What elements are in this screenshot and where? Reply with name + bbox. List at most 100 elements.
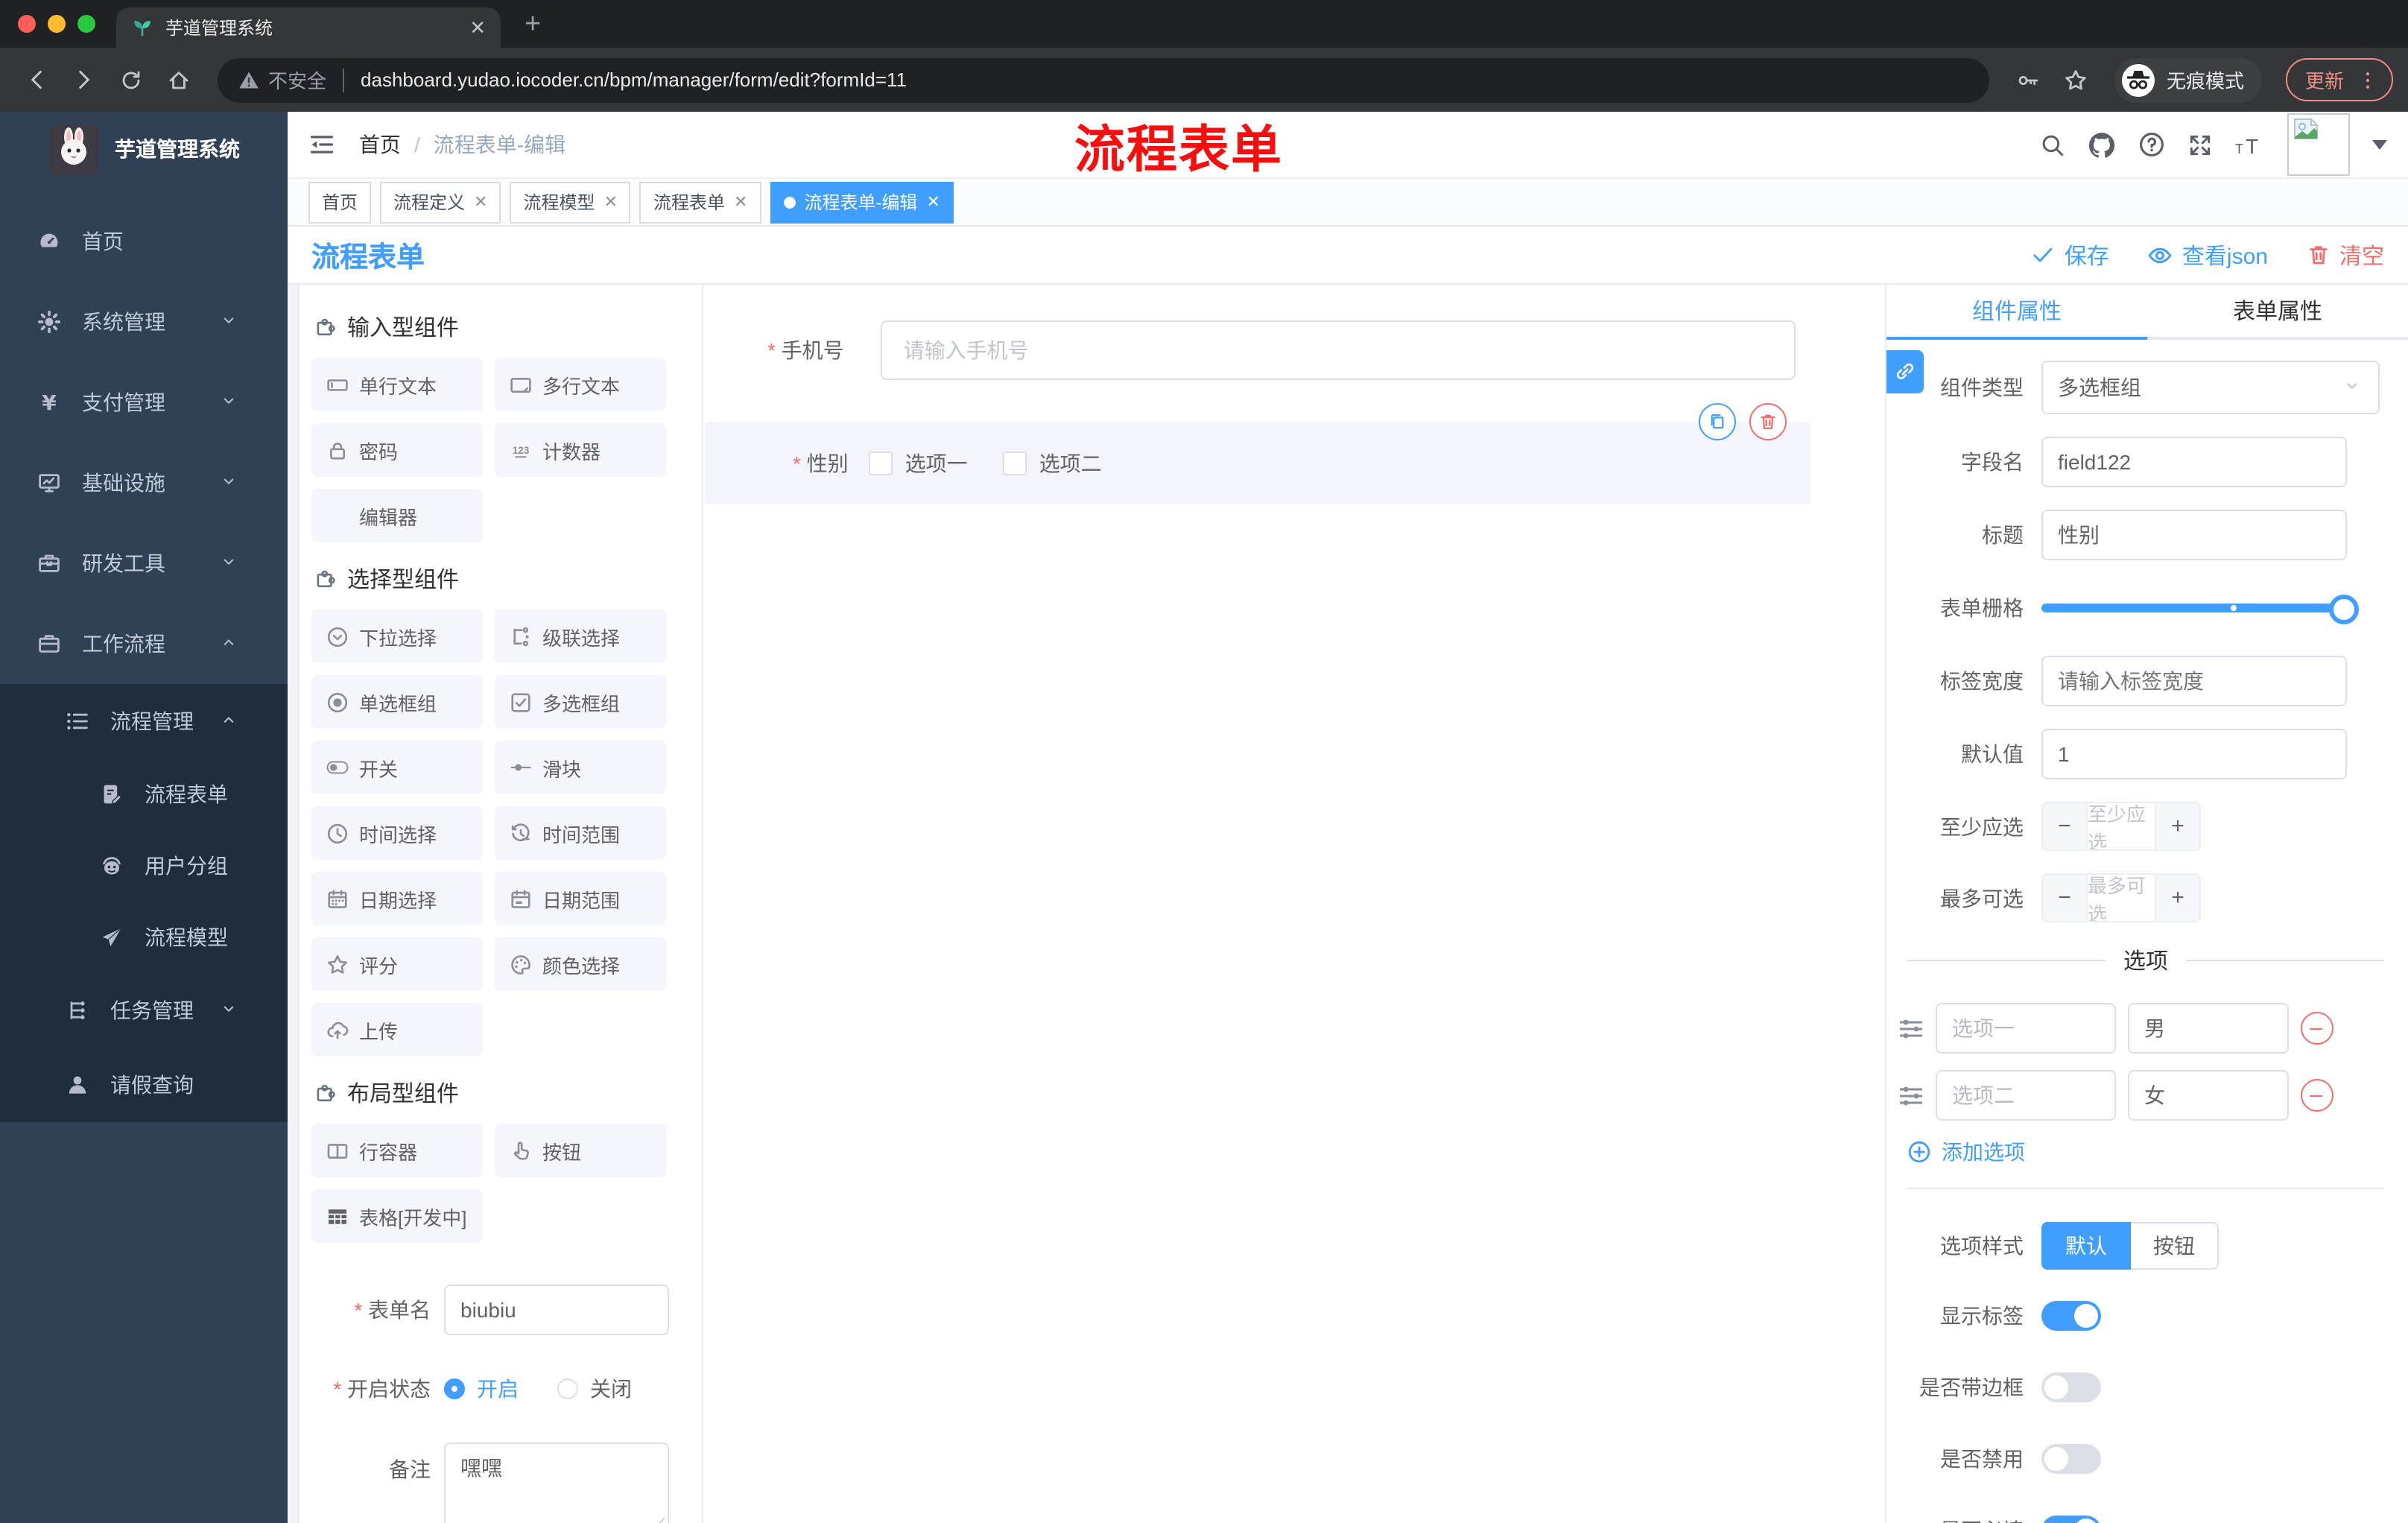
hamburger-icon[interactable] — [308, 131, 335, 158]
back-icon[interactable] — [15, 59, 57, 101]
sidebar-item-1[interactable]: 首页 — [0, 201, 288, 282]
selected-gender-component[interactable]: 性别 选项一 选项二 — [705, 403, 1810, 504]
remove-option-button[interactable] — [2301, 1079, 2333, 1112]
option-label-input[interactable] — [1936, 1003, 2116, 1054]
palette-item-计数器[interactable]: 123 计数器 — [495, 423, 666, 477]
tab-form-props[interactable]: 表单属性 — [2147, 285, 2408, 340]
form-canvas[interactable]: 手机号 请输入手机号 性别 选项一 选项二 — [703, 285, 1885, 1523]
option-value-input[interactable] — [2128, 1070, 2289, 1121]
tag-close-icon[interactable]: ✕ — [734, 192, 747, 212]
palette-item-单行文本[interactable]: 单行文本 — [311, 358, 483, 411]
palette-item-上传[interactable]: 上传 — [311, 1003, 483, 1057]
github-icon[interactable] — [2088, 130, 2116, 159]
checkbox[interactable] — [1003, 451, 1027, 475]
browser-menu-icon[interactable] — [2357, 69, 2378, 90]
help-icon[interactable] — [2138, 131, 2165, 158]
palette-item-日期范围[interactable]: 日期范围 — [495, 872, 666, 925]
view-json-button[interactable]: 查看json — [2148, 239, 2268, 270]
gender-option-选项二[interactable]: 选项二 — [1003, 448, 1102, 478]
minimize-window-button[interactable] — [48, 15, 66, 33]
sidebar-item-4[interactable]: 基础设施 — [0, 443, 288, 523]
status-on-radio[interactable] — [444, 1378, 465, 1399]
slider-handle[interactable] — [2329, 595, 2359, 624]
grid-slider[interactable] — [2041, 583, 2359, 633]
breadcrumb-home[interactable]: 首页 — [359, 130, 401, 159]
password-key-icon[interactable] — [2016, 68, 2040, 92]
maximize-window-button[interactable] — [77, 15, 95, 33]
sidebar-item-6[interactable]: 工作流程 — [0, 604, 288, 684]
tag-close-icon[interactable]: ✕ — [604, 192, 618, 212]
font-size-icon[interactable]: TT — [2235, 133, 2265, 156]
tag-流程表单[interactable]: 流程表单 ✕ — [639, 181, 761, 223]
search-icon[interactable] — [2040, 132, 2065, 157]
data-bind-link-button[interactable] — [1886, 350, 1924, 393]
palette-item-开关[interactable]: 开关 — [311, 741, 483, 794]
remark-textarea[interactable]: 嘿嘿 — [444, 1443, 669, 1523]
sidebar-item-2[interactable]: 系统管理 — [0, 282, 288, 362]
palette-item-密码[interactable]: 密码 — [311, 423, 483, 477]
form-name-input[interactable] — [444, 1285, 669, 1335]
status-off-label[interactable]: 关闭 — [590, 1374, 632, 1404]
sidebar-item-7[interactable]: 流程管理 — [0, 684, 288, 759]
sidebar-item-11[interactable]: 任务管理 — [0, 973, 288, 1048]
plus-button[interactable]: + — [2156, 875, 2199, 921]
field-name-input[interactable] — [2041, 437, 2347, 487]
sidebar-item-8[interactable]: 流程表单 — [0, 759, 288, 830]
toggle-显示标签[interactable] — [2041, 1301, 2101, 1331]
reload-icon[interactable] — [110, 59, 152, 101]
option-label-input[interactable] — [1936, 1070, 2116, 1121]
palette-item-下拉选择[interactable]: 下拉选择 — [311, 609, 483, 663]
bookmark-star-icon[interactable] — [2064, 68, 2088, 92]
option-value-input[interactable] — [2128, 1003, 2289, 1054]
palette-item-多选框组[interactable]: 多选框组 — [495, 675, 666, 729]
new-tab-button[interactable]: + — [525, 9, 541, 48]
toggle-是否带边框[interactable] — [2041, 1372, 2101, 1402]
drag-handle-icon[interactable] — [1898, 1084, 1924, 1106]
sidebar-item-3[interactable]: ¥ 支付管理 — [0, 362, 288, 443]
min-checked-input[interactable]: 至少应选 — [2086, 803, 2156, 849]
palette-item-编辑器[interactable]: 编辑器 — [311, 489, 483, 542]
toggle-是否必填[interactable] — [2041, 1516, 2101, 1523]
palette-item-多行文本[interactable]: 多行文本 — [495, 358, 666, 411]
plus-button[interactable]: + — [2156, 803, 2199, 849]
default-value-input[interactable] — [2041, 729, 2347, 779]
clear-button[interactable]: 清空 — [2307, 239, 2384, 270]
avatar[interactable] — [2287, 113, 2350, 176]
palette-item-评分[interactable]: 评分 — [311, 937, 483, 991]
add-option-button[interactable]: 添加选项 — [1907, 1137, 2384, 1167]
tag-首页[interactable]: 首页 — [308, 181, 372, 223]
tab-component-props[interactable]: 组件属性 — [1886, 285, 2147, 340]
minus-button[interactable]: − — [2043, 875, 2086, 921]
fullscreen-icon[interactable] — [2187, 132, 2213, 157]
window-controls[interactable] — [0, 0, 116, 48]
tag-流程表单-编辑[interactable]: 流程表单-编辑 ✕ — [770, 181, 954, 223]
tag-close-icon[interactable]: ✕ — [474, 192, 487, 212]
close-window-button[interactable] — [18, 15, 36, 33]
avatar-caret-icon[interactable] — [2372, 139, 2387, 150]
style-button-button[interactable]: 按钮 — [2131, 1222, 2219, 1270]
tag-流程模型[interactable]: 流程模型 ✕ — [510, 181, 631, 223]
style-default-button[interactable]: 默认 — [2041, 1222, 2131, 1270]
resize-grip[interactable] — [651, 1517, 665, 1523]
url-bar[interactable]: 不安全 dashboard.yudao.iocoder.cn/bpm/manag… — [218, 57, 1989, 102]
sidebar-item-5[interactable]: 研发工具 — [0, 523, 288, 604]
sidebar-item-10[interactable]: 流程模型 — [0, 902, 288, 973]
sidebar-item-9[interactable]: 用户分组 — [0, 830, 288, 902]
palette-item-按钮[interactable]: 按钮 — [495, 1124, 666, 1177]
sidebar-item-12[interactable]: 请假查询 — [0, 1048, 288, 1122]
label-width-input[interactable] — [2041, 656, 2347, 706]
toggle-是否禁用[interactable] — [2041, 1444, 2101, 1474]
palette-item-级联选择[interactable]: 级联选择 — [495, 609, 666, 663]
phone-input[interactable]: 请输入手机号 — [881, 320, 1796, 380]
home-icon[interactable] — [158, 59, 200, 101]
remove-option-button[interactable] — [2301, 1012, 2333, 1045]
forward-icon[interactable] — [63, 59, 104, 101]
phone-field-row[interactable]: 手机号 请输入手机号 — [703, 320, 1885, 380]
palette-item-滑块[interactable]: 滑块 — [495, 741, 666, 794]
palette-item-时间选择[interactable]: 时间选择 — [311, 806, 483, 860]
drag-handle-icon[interactable] — [1898, 1017, 1924, 1039]
minus-button[interactable]: − — [2043, 803, 2086, 849]
browser-tab[interactable]: 芋道管理系统 ✕ — [116, 7, 501, 48]
palette-item-日期选择[interactable]: 日期选择 — [311, 872, 483, 925]
save-button[interactable]: 保存 — [2032, 239, 2109, 270]
